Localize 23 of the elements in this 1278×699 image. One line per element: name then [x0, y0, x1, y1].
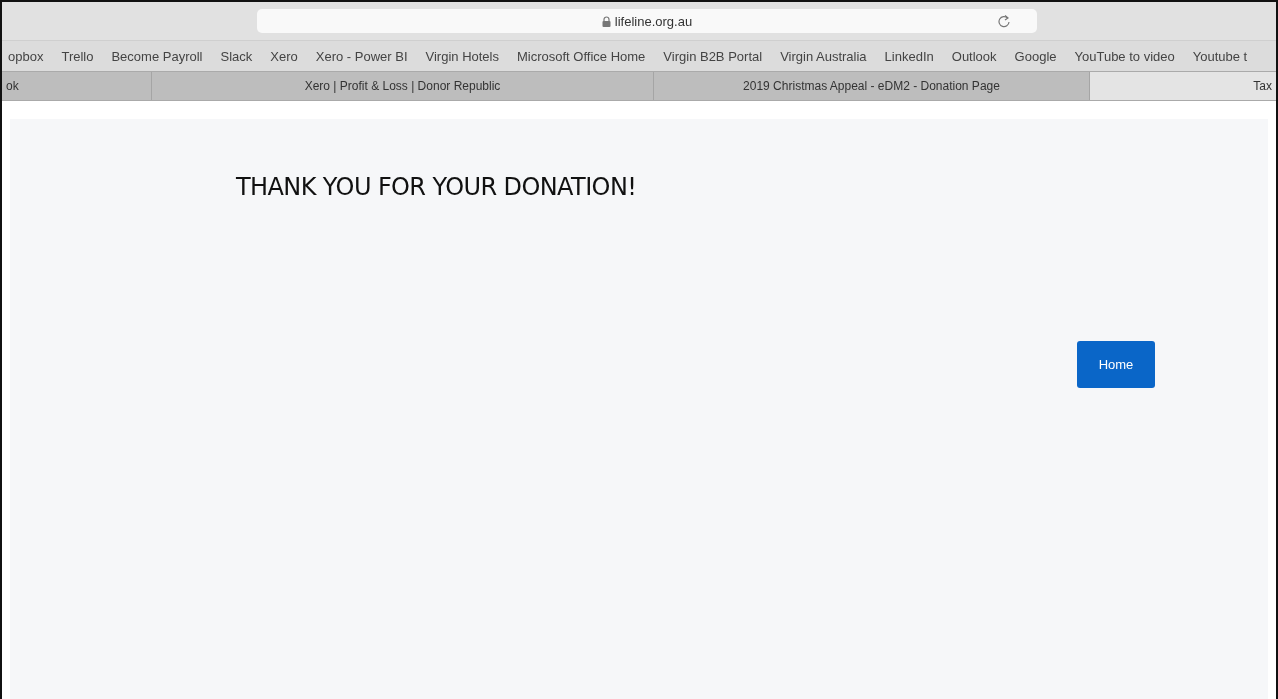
browser-tab[interactable]: Tax: [1090, 72, 1276, 100]
reload-icon[interactable]: [998, 14, 1011, 28]
browser-tab[interactable]: Xero | Profit & Loss | Donor Republic: [152, 72, 654, 100]
bookmark-link[interactable]: Xero: [270, 48, 298, 64]
address-field[interactable]: lifeline.org.au: [257, 9, 1037, 33]
bookmark-link[interactable]: Google: [1014, 48, 1057, 64]
bookmark-link[interactable]: Slack: [220, 48, 253, 64]
bookmark-link[interactable]: Virgin Australia: [780, 48, 867, 64]
bookmark-link[interactable]: Virgin B2B Portal: [663, 48, 763, 64]
lock-icon: [601, 15, 611, 27]
bookmark-link[interactable]: LinkedIn: [884, 48, 934, 64]
bookmark-link[interactable]: Xero - Power BI: [315, 48, 408, 64]
browser-tab[interactable]: ok: [2, 72, 152, 100]
bookmark-link[interactable]: Virgin Hotels: [425, 48, 499, 64]
bookmark-link[interactable]: Outlook: [951, 48, 997, 64]
bookmark-link[interactable]: YouTube to video: [1074, 48, 1175, 64]
bookmark-link[interactable]: Become Payroll: [111, 48, 203, 64]
bookmark-link[interactable]: opbox: [8, 48, 44, 64]
page-heading: THANK YOU FOR YOUR DONATION!: [236, 173, 638, 201]
home-button[interactable]: Home: [1077, 341, 1155, 388]
bookmark-link[interactable]: Trello: [61, 48, 94, 64]
bookmark-link[interactable]: Youtube t: [1192, 48, 1248, 64]
bookmark-link[interactable]: Microsoft Office Home: [517, 48, 646, 64]
